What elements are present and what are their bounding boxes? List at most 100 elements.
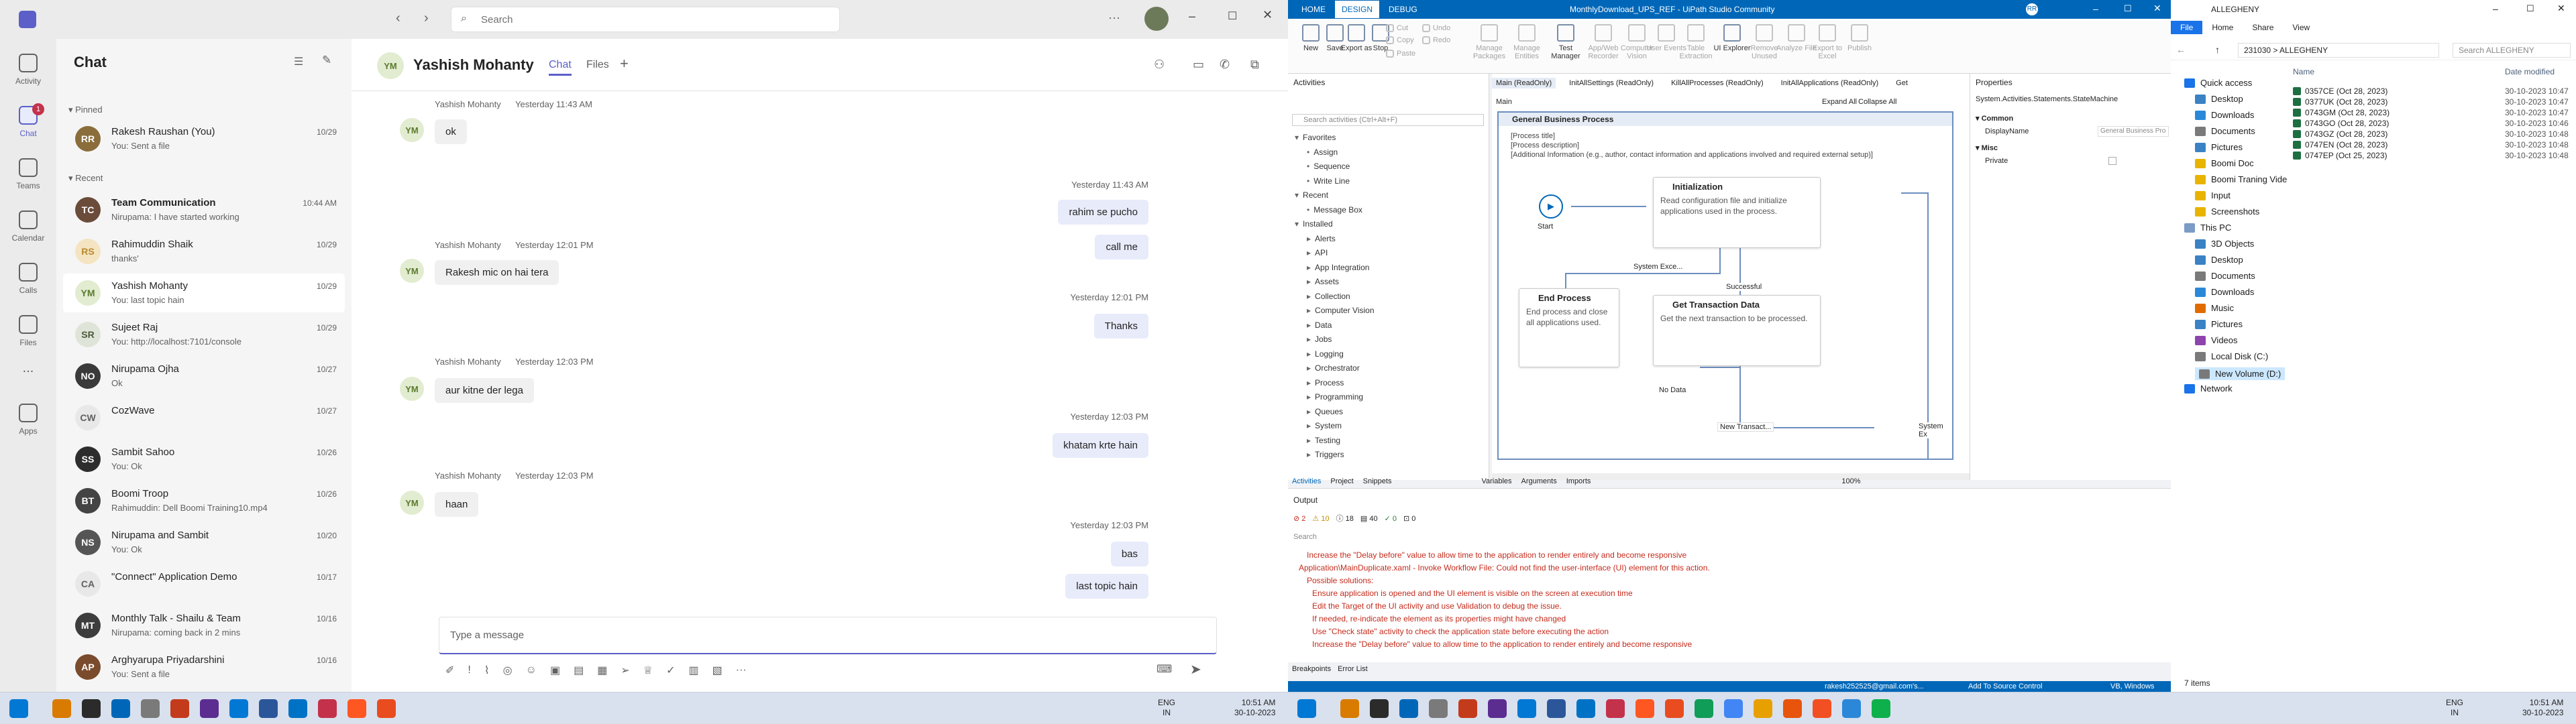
clock[interactable]: 10:51 AM 30-10-2023 [2522, 698, 2563, 718]
postman-icon[interactable] [1754, 699, 1772, 718]
chat-list-item[interactable]: RR Rakesh Raushan (You) You: Sent a file 10… [63, 119, 345, 158]
loop-icon[interactable]: ◎ [503, 664, 513, 677]
file-row[interactable]: 0747EP (Oct 25, 2023) 30-10-2023 10:48 [2293, 150, 2576, 161]
document-tab[interactable]: Main (ReadOnly) [1492, 78, 1556, 88]
output-line[interactable]: Application\MainDuplicate.xaml - Invoke … [1299, 563, 1710, 572]
message-bubble[interactable]: khatam krte hain [1053, 433, 1148, 458]
chat-list-item[interactable]: NO Nirupama Ojha Ok 10/27 [63, 357, 345, 396]
activity-item[interactable]: ▾ Favorites [1295, 133, 1336, 142]
activity-item[interactable]: ▸ Jobs [1307, 335, 1332, 344]
transition-successful[interactable]: Successful [1724, 283, 1764, 291]
explorer-search[interactable]: Search ALLEGHENY [2453, 43, 2571, 58]
nav-item[interactable]: Pictures [2195, 319, 2243, 329]
rail-calendar[interactable]: Calendar [0, 201, 56, 252]
nav-item[interactable]: Local Disk (C:) [2195, 351, 2268, 361]
tab-files[interactable]: Files [586, 59, 609, 71]
message-bubble[interactable]: rahim se pucho [1058, 200, 1148, 225]
file-explorer-icon[interactable] [52, 699, 71, 718]
activity-item[interactable]: ▸ App Integration [1307, 263, 1369, 272]
chat-list-item[interactable]: BT Boomi Troop Rahimuddin: Dell Boomi Trai… [63, 481, 345, 520]
filter-errors[interactable]: ⊘ 2 [1293, 514, 1305, 523]
filter-icon[interactable]: ☰ [294, 55, 303, 68]
back-arrow-icon[interactable]: ← [2176, 44, 2186, 55]
tab-home[interactable]: Home [2202, 21, 2243, 34]
message-bubble[interactable]: bas [1110, 542, 1148, 566]
state-machine-container[interactable]: General Business Process [Process title]… [1497, 111, 1953, 460]
tab-error-list[interactable]: Error List [1338, 665, 1368, 673]
filter-trace[interactable]: ▤ 40 [1360, 514, 1378, 523]
nav-item[interactable]: Music [2195, 303, 2234, 313]
message-bubble[interactable]: last topic hain [1065, 574, 1148, 599]
transition-system-exception[interactable]: System Exce... [1631, 263, 1685, 271]
message-bubble[interactable]: aur kitne der lega [435, 378, 534, 403]
mail-icon[interactable] [1399, 699, 1418, 718]
start-node-icon[interactable]: ▶ [1539, 194, 1563, 219]
minimize-icon[interactable]: – [2493, 3, 2498, 14]
file-explorer-icon[interactable] [1340, 699, 1359, 718]
rail-apps[interactable]: Apps [0, 394, 56, 445]
teams-icon[interactable] [288, 699, 307, 718]
nav-item[interactable]: Desktop [2195, 255, 2243, 265]
emoji-icon[interactable]: ☺ [526, 664, 537, 676]
tab-variables[interactable]: Variables [1481, 477, 1511, 485]
recent-section-header[interactable]: ▾ Recent [68, 173, 103, 184]
start-button-icon[interactable] [1297, 699, 1316, 718]
chat-list-item[interactable]: AP Arghyarupa Priyadarshini You: Sent a fi… [63, 648, 345, 686]
filezilla-icon[interactable] [170, 699, 189, 718]
sender-avatar[interactable]: YM [400, 259, 424, 283]
people-icon[interactable]: ⚇ [1154, 58, 1165, 72]
nav-item[interactable]: Downloads [2195, 287, 2254, 297]
filter-other[interactable]: ⊡ 0 [1403, 514, 1415, 523]
transition-new-transaction[interactable]: New Transact... [1717, 422, 1774, 432]
notion-icon[interactable] [82, 699, 101, 718]
ribbon-button[interactable]: Test Manager [1546, 24, 1586, 60]
designer-breadcrumb[interactable]: Main [1496, 98, 1512, 106]
message-bubble[interactable]: ok [435, 119, 467, 144]
word-icon[interactable] [259, 699, 278, 718]
activity-item[interactable]: ▸ Data [1307, 320, 1332, 330]
ribbon-button[interactable]: Publish [1839, 24, 1880, 52]
output-line[interactable]: Ensure application is opened and the UI … [1312, 589, 1633, 598]
close-icon[interactable]: ✕ [2557, 3, 2565, 14]
col-name-header[interactable]: Name [2293, 67, 2314, 76]
user-avatar-icon[interactable]: RR [2026, 3, 2038, 15]
ribbon-button[interactable]: Manage Entities [1507, 24, 1547, 60]
document-tab[interactable]: InitAllApplications (ReadOnly) [1777, 78, 1883, 88]
app-icon[interactable] [1872, 699, 1890, 718]
nav-item[interactable]: Screenshots [2195, 206, 2259, 217]
approvals-icon[interactable]: ✓ [666, 664, 675, 677]
maximize-icon[interactable]: ☐ [1228, 9, 1237, 23]
chat-list-item[interactable]: YM Yashish Mohanty You: last topic hain 10/… [63, 274, 345, 312]
activity-item[interactable]: ▸ Collection [1307, 292, 1350, 301]
transition-no-data[interactable]: No Data [1657, 386, 1688, 394]
tab-snippets[interactable]: Snippets [1363, 477, 1392, 485]
visual-studio-icon[interactable] [1488, 699, 1507, 718]
activity-item[interactable]: • Sequence [1307, 162, 1350, 171]
apps-compose-icon[interactable]: ▧ [712, 664, 722, 677]
vscode-icon[interactable] [1517, 699, 1536, 718]
output-line[interactable]: Increase the "Delay before" value to all… [1307, 550, 1686, 560]
props-common-header[interactable]: ▾ Common [1976, 114, 2013, 123]
praise-icon[interactable]: ♕ [643, 664, 653, 677]
tab-debug[interactable]: DEBUG [1382, 5, 1424, 14]
activity-item[interactable]: ▸ Testing [1307, 436, 1340, 445]
props-displayname-input[interactable]: General Business Pro [2098, 126, 2169, 137]
tab-home[interactable]: HOME [1295, 5, 1332, 14]
tab-breakpoints[interactable]: Breakpoints [1292, 665, 1331, 673]
nav-item[interactable]: Input [2195, 190, 2231, 200]
chat-list-item[interactable]: CA "Connect" Application Demo 10/17 [63, 564, 345, 603]
ribbon-button[interactable]: Paste [1386, 50, 1422, 58]
activities-search[interactable]: Search activities (Ctrl+Alt+F) [1292, 114, 1484, 126]
send-icon[interactable]: ➤ [1190, 661, 1201, 678]
vscode-icon[interactable] [229, 699, 248, 718]
activity-item[interactable]: ▸ Programming [1307, 392, 1363, 402]
chat-list-item[interactable]: SS Sambit Sahoo You: Ok 10/26 [63, 440, 345, 479]
stream-icon[interactable]: ▥ [689, 664, 699, 677]
notion-icon[interactable] [1370, 699, 1389, 718]
contact-avatar[interactable]: YM [377, 52, 404, 79]
language-indicator[interactable]: ENG IN [1158, 698, 1175, 718]
sticker-icon[interactable]: ▤ [574, 664, 584, 677]
document-tab[interactable]: KillAllProcesses (ReadOnly) [1667, 78, 1768, 88]
send-later-icon[interactable]: ➢ [621, 664, 629, 677]
forward-arrow-icon[interactable]: › [424, 11, 429, 26]
